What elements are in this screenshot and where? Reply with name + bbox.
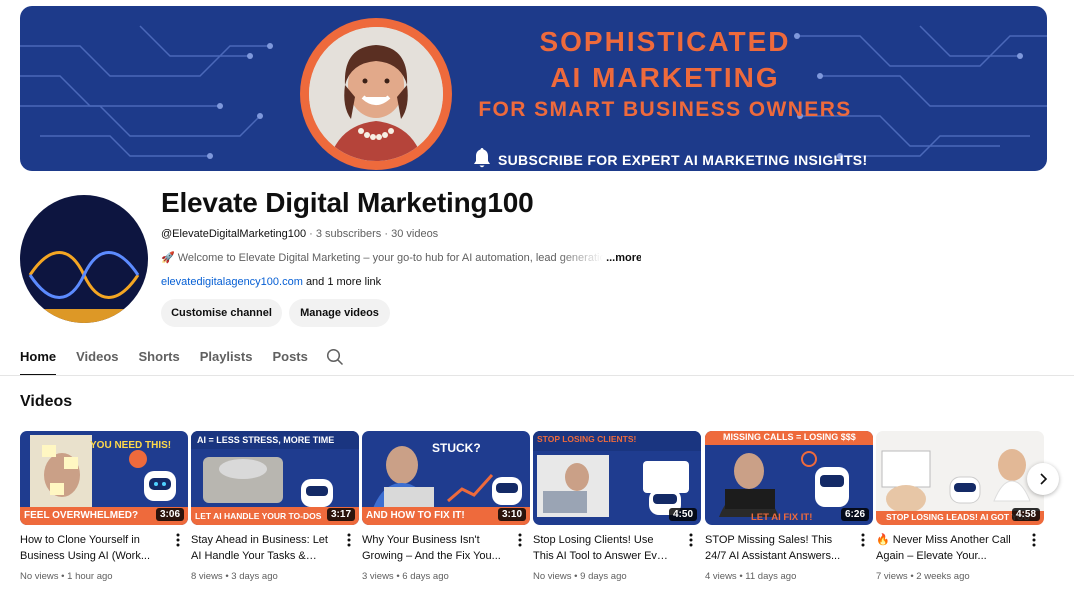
section-title: Videos [20,393,73,410]
tab-home[interactable]: Home [20,340,57,376]
video-card[interactable]: AI = LESS STRESS, MORE TIME LET AI HANDL… [191,431,359,582]
video-card[interactable]: STOP LOSING LEADS! AI GOT YOU 4:58 🔥 Nev… [876,431,1044,582]
video-meta: No views • 1 hour ago [20,571,113,582]
video-count: 30 videos [391,228,439,240]
thumbnail-caption-top: AI = LESS STRESS, MORE TIME [197,435,335,445]
manage-videos-button[interactable]: Manage videos [289,299,390,327]
banner-line-3: FOR SMART BUSINESS OWNERS [478,98,852,121]
video-thumbnail[interactable]: YOU NEED THIS! FEEL OVERWHELMED? 3:06 [20,431,188,525]
description-more-link[interactable]: ...more [606,252,641,264]
more-options-icon[interactable] [343,532,355,548]
banner-line-1: SOPHISTICATED [539,26,791,57]
upload-age: 9 days ago [580,571,627,582]
upload-age: 6 days ago [402,571,449,582]
banner-line-2: AI MARKETING [550,62,780,93]
video-thumbnail[interactable]: STOP LOSING LEADS! AI GOT YOU 4:58 [876,431,1044,525]
banner-subscribe-text: SUBSCRIBE FOR EXPERT AI MARKETING INSIGH… [498,151,868,168]
upload-age: 3 days ago [231,571,278,582]
video-title[interactable]: Why Your Business Isn't Growing – And th… [362,532,502,564]
channel-name: Elevate Digital Marketing100 [161,187,534,218]
tab-videos[interactable]: Videos [76,340,118,376]
video-title[interactable]: Stop Losing Clients! Use This AI Tool to… [533,532,673,564]
video-card[interactable]: MISSING CALLS = LOSING $$$ LET AI FIX IT… [705,431,873,582]
video-thumbnail[interactable]: MISSING CALLS = LOSING $$$ LET AI FIX IT… [705,431,873,525]
more-options-icon[interactable] [857,532,869,548]
channel-description[interactable]: 🚀 Welcome to Elevate Digital Marketing –… [161,251,641,264]
video-card[interactable]: STOP LOSING CLIENTS! 4:50 Stop Losing Cl… [533,431,701,582]
more-options-icon[interactable] [172,532,184,548]
channel-meta: @ElevateDigitalMarketing100 · 3 subscrib… [161,228,438,240]
upload-age: 2 weeks ago [916,571,970,582]
more-options-icon[interactable] [514,532,526,548]
thumbnail-caption-bottom: AND HOW TO FIX IT! [366,510,465,521]
view-count: 4 views [705,571,737,582]
video-meta: 8 views • 3 days ago [191,571,278,582]
thumbnail-caption-top: YOU NEED THIS! [90,440,172,451]
meta-separator: · [309,228,316,240]
upload-age: 1 hour ago [67,571,113,582]
video-duration: 4:58 [1011,508,1040,521]
search-icon[interactable] [326,348,344,371]
video-thumbnail[interactable]: STOP LOSING CLIENTS! 4:50 [533,431,701,525]
video-duration: 3:17 [326,508,355,521]
view-count: 8 views [191,571,223,582]
tab-shorts[interactable]: Shorts [139,340,180,376]
thumbnail-caption-bottom: LET AI HANDLE YOUR TO-DOS [195,511,322,521]
channel-avatar[interactable] [20,195,148,323]
chevron-right-icon [1040,473,1048,485]
thumbnail-caption-bottom: STOP LOSING LEADS! AI GOT YOU [886,512,1030,522]
video-duration: 4:50 [668,508,697,521]
video-title[interactable]: STOP Missing Sales! This 24/7 AI Assista… [705,532,845,564]
video-meta: No views • 9 days ago [533,571,627,582]
more-options-icon[interactable] [685,532,697,548]
video-duration: 6:26 [840,508,869,521]
banner-headline: SOPHISTICATED AI MARKETING FOR SMART BUS… [450,26,880,121]
thumbnail-caption-bottom: LET AI FIX IT! [751,512,813,523]
tabs-divider [0,375,1074,376]
wave-logo-icon [28,251,140,323]
thumbnail-caption-top: STUCK? [432,441,481,455]
view-count: No views [533,571,572,582]
description-text: 🚀 Welcome to Elevate Digital Marketing –… [161,252,603,264]
video-thumbnail[interactable]: AI = LESS STRESS, MORE TIME LET AI HANDL… [191,431,359,525]
video-meta: 3 views • 6 days ago [362,571,449,582]
video-card[interactable]: YOU NEED THIS! FEEL OVERWHELMED? 3:06 Ho… [20,431,188,582]
banner-portrait [300,18,452,170]
view-count: 3 views [362,571,394,582]
customise-channel-button[interactable]: Customise channel [161,299,282,327]
channel-website-link[interactable]: elevatedigitalagency100.com [161,276,303,288]
view-count: 7 views [876,571,908,582]
video-card[interactable]: STUCK? AND HOW TO FIX IT! 3:10 Why Your … [362,431,530,582]
banner-subscribe-callout: SUBSCRIBE FOR EXPERT AI MARKETING INSIGH… [472,147,867,171]
more-links-button[interactable]: and 1 more link [306,276,381,288]
channel-banner: SOPHISTICATED AI MARKETING FOR SMART BUS… [20,6,1047,171]
video-title[interactable]: 🔥 Never Miss Another Call Again – Elevat… [876,532,1016,564]
video-meta: 4 views • 11 days ago [705,571,797,582]
video-meta: 7 views • 2 weeks ago [876,571,970,582]
thumbnail-caption-top: MISSING CALLS = LOSING $$$ [723,432,856,442]
view-count: No views [20,571,59,582]
channel-tabs: Home Videos Shorts Playlists Posts [20,340,328,376]
channel-links: elevatedigitalagency100.com and 1 more l… [161,276,381,288]
video-title[interactable]: Stay Ahead in Business: Let AI Handle Yo… [191,532,331,564]
carousel-next-button[interactable] [1027,463,1059,495]
tab-posts[interactable]: Posts [272,340,307,376]
video-duration: 3:10 [497,508,526,521]
upload-age: 11 days ago [745,571,797,582]
thumbnail-caption-top: STOP LOSING CLIENTS! [537,434,637,444]
channel-handle: @ElevateDigitalMarketing100 [161,228,307,240]
subscriber-count: 3 subscribers [315,228,382,240]
tab-playlists[interactable]: Playlists [200,340,253,376]
bell-icon [472,147,492,171]
thumbnail-caption-bottom: FEEL OVERWHELMED? [24,510,139,521]
more-options-icon[interactable] [1028,532,1040,548]
video-duration: 3:06 [155,508,184,521]
video-thumbnail[interactable]: STUCK? AND HOW TO FIX IT! 3:10 [362,431,530,525]
video-title[interactable]: How to Clone Yourself in Business Using … [20,532,160,564]
